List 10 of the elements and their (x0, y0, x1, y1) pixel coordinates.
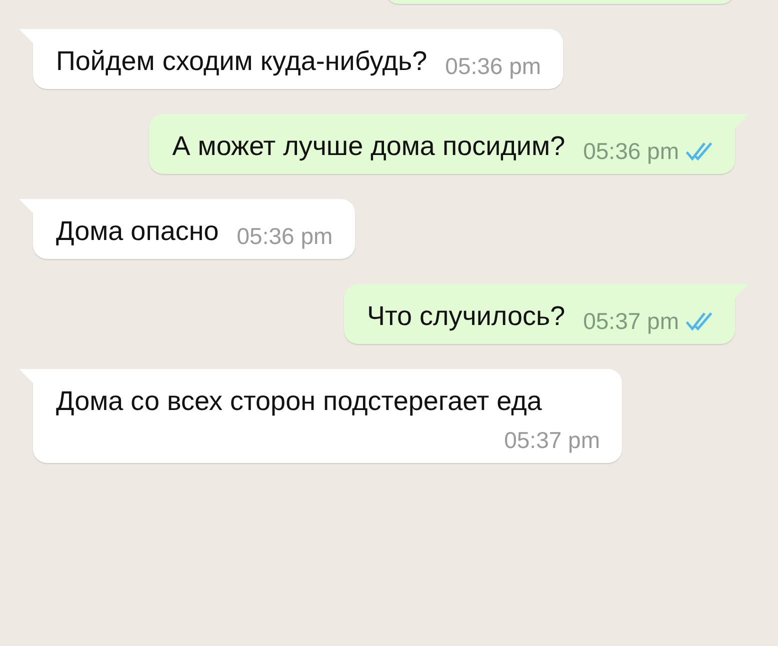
message-time: 05:36 pm (583, 137, 679, 166)
message-text: Дома со всех сторон подстерегает еда (56, 385, 542, 418)
message-text: А может лучше дома посидим? (172, 130, 566, 163)
message-time: 05:37 pm (504, 426, 600, 455)
message-text: Пойдем сходим куда-нибудь? (56, 45, 428, 78)
message-text: Что случилось? (366, 300, 566, 333)
message-time: 05:36 pm (236, 222, 333, 251)
message-text: Дома опасно (56, 215, 219, 248)
message-time: 05:36 pm (445, 52, 542, 81)
message-time: 05:37 pm (583, 307, 679, 336)
